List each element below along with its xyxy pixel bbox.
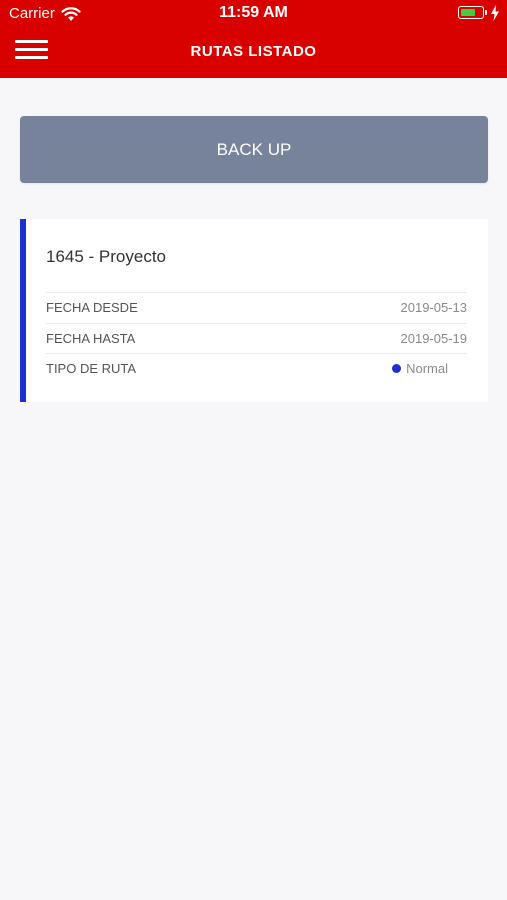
fecha-desde-label: FECHA DESDE [46,300,138,315]
route-card-title: 1645 - Proyecto [46,247,167,266]
charging-bolt-icon [491,5,499,21]
route-row-fecha-hasta: FECHA HASTA 2019-05-19 [46,323,467,355]
status-time: 11:59 AM [219,4,288,21]
status-bar: Carrier 11:59 AM [0,0,507,28]
battery-level-fill [460,8,475,16]
app-header: Carrier 11:59 AM RUTAS LISTADO [0,0,507,78]
back-up-button[interactable]: BACK UP [20,116,488,183]
status-dot-icon [392,364,402,374]
route-row-fecha-desde: FECHA DESDE 2019-05-13 [46,292,467,324]
fecha-desde-value: 2019-05-13 [400,300,468,315]
route-card[interactable]: 1645 - Proyecto FECHA DESDE 2019-05-13 F… [20,219,488,402]
route-row-tipo-de-ruta: TIPO DE RUTA Normal [46,353,467,385]
battery-icon [458,6,484,19]
tipo-de-ruta-text: Normal [406,361,448,376]
tipo-de-ruta-label: TIPO DE RUTA [46,361,137,376]
fecha-hasta-value: 2019-05-19 [400,331,468,346]
tipo-de-ruta-value: Normal [392,354,448,384]
battery-tip [485,10,487,15]
page-title: RUTAS LISTADO [190,43,317,60]
fecha-hasta-label: FECHA HASTA [46,331,136,346]
